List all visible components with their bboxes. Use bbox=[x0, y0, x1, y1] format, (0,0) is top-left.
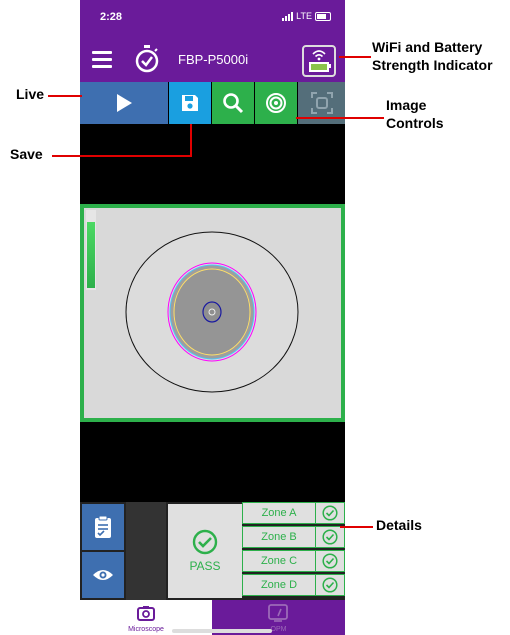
callout-line-image-controls bbox=[296, 117, 384, 119]
view-button[interactable] bbox=[82, 552, 124, 598]
network-type: LTE bbox=[296, 11, 312, 21]
status-time: 2:28 bbox=[100, 11, 123, 23]
callout-line-wifi bbox=[339, 56, 371, 58]
zone-label: Zone A bbox=[243, 503, 316, 523]
callout-image-controls: Image Controls bbox=[386, 97, 444, 131]
callout-details: Details bbox=[376, 517, 422, 533]
report-button[interactable] bbox=[82, 504, 124, 550]
battery-level-icon bbox=[309, 62, 329, 72]
check-circle-icon bbox=[315, 575, 344, 595]
zone-label: Zone B bbox=[243, 527, 316, 547]
fiber-endface-rings bbox=[125, 231, 299, 393]
callout-line-save-v bbox=[190, 124, 192, 157]
status-bar: 2:28 LTE bbox=[80, 0, 345, 36]
zone-row-b[interactable]: Zone B bbox=[242, 526, 345, 548]
zone-results: Zone A Zone B Zone C Zone D bbox=[242, 502, 345, 600]
device-name: FBP-P5000i bbox=[178, 52, 249, 67]
target-icon bbox=[266, 93, 286, 113]
save-button[interactable] bbox=[169, 82, 211, 124]
eye-icon bbox=[93, 570, 113, 580]
panel-spacer bbox=[126, 502, 166, 600]
play-icon bbox=[117, 94, 132, 112]
magnifier-icon bbox=[223, 93, 244, 114]
clipboard-icon bbox=[95, 515, 111, 538]
zoom-button[interactable] bbox=[212, 82, 254, 124]
fiber-endface-image bbox=[84, 208, 341, 418]
app-bar: FBP-P5000i bbox=[80, 36, 345, 82]
cell-signal-icon bbox=[282, 11, 294, 21]
results-panel: PASS Zone A Zone B Zone C Zone D bbox=[80, 502, 345, 600]
menu-icon[interactable] bbox=[92, 51, 112, 68]
check-circle-icon bbox=[192, 529, 218, 555]
check-circle-icon bbox=[315, 551, 344, 571]
live-button[interactable] bbox=[80, 82, 168, 124]
focus-target-button[interactable] bbox=[255, 82, 297, 124]
fiber-image-viewer[interactable] bbox=[80, 204, 345, 422]
frame-capture-icon bbox=[310, 92, 333, 114]
callout-wifi-battery: WiFi and Battery Strength Indicator bbox=[372, 39, 493, 73]
home-indicator bbox=[172, 629, 272, 633]
power-meter-icon bbox=[268, 604, 288, 622]
floppy-disk-icon bbox=[182, 95, 198, 111]
wifi-battery-indicator bbox=[302, 45, 336, 77]
battery-icon bbox=[315, 11, 331, 21]
callout-line-save-h bbox=[52, 155, 192, 157]
signal-indicator: LTE bbox=[282, 11, 331, 21]
zone-label: Zone C bbox=[243, 551, 316, 571]
callout-line-live bbox=[48, 95, 82, 97]
callout-save: Save bbox=[10, 146, 43, 162]
stopwatch-icon[interactable] bbox=[134, 44, 160, 74]
wifi-icon bbox=[312, 50, 326, 61]
callout-line-details bbox=[340, 526, 373, 528]
zone-row-a[interactable]: Zone A bbox=[242, 502, 345, 524]
zone-label: Zone D bbox=[243, 575, 316, 595]
phone-screen: 2:28 LTE FBP-P5000i PASS Zone A Zone B Z… bbox=[80, 0, 345, 635]
pass-label: PASS bbox=[189, 559, 221, 573]
camera-icon bbox=[137, 606, 155, 621]
check-circle-icon bbox=[315, 503, 344, 523]
zone-row-d[interactable]: Zone D bbox=[242, 574, 345, 596]
check-circle-icon bbox=[315, 527, 344, 547]
callout-live: Live bbox=[16, 86, 45, 102]
zone-row-c[interactable]: Zone C bbox=[242, 550, 345, 572]
pass-status: PASS bbox=[168, 504, 242, 598]
